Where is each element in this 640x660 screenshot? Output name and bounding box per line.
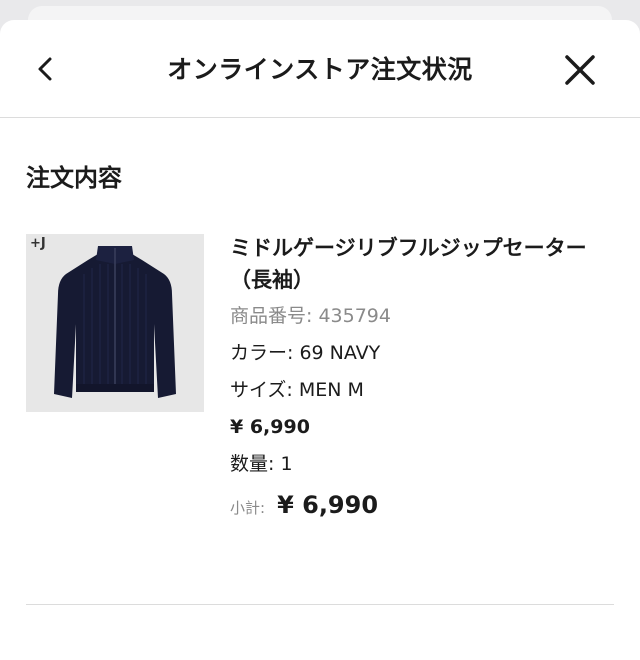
product-price: ¥ 6,990 <box>230 416 310 438</box>
quantity-value: 1 <box>280 453 293 475</box>
subtotal-label: 小計: <box>230 499 266 517</box>
sweater-image <box>54 246 176 398</box>
product-number-label: 商品番号: <box>230 305 313 327</box>
back-button[interactable] <box>30 54 60 84</box>
product-image[interactable]: +J <box>26 234 204 412</box>
page-title: オンラインストア注文状況 <box>167 55 473 84</box>
quantity-label: 数量: <box>230 453 275 475</box>
header: オンラインストア注文状況 <box>0 20 640 118</box>
order-status-sheet: オンラインストア注文状況 注文内容 +J ミドルゲージリブフルジップセーター（長… <box>0 20 640 660</box>
product-size: サイズ: MEN M <box>230 372 625 409</box>
close-icon <box>565 55 595 85</box>
color-label: カラー: <box>230 342 294 364</box>
section-title: 注文内容 <box>26 164 122 192</box>
subtotal-value: ¥ 6,990 <box>277 491 379 519</box>
size-label: サイズ: <box>230 379 293 401</box>
product-details: ミドルゲージリブフルジップセーター（長袖） 商品番号: 435794 カラー: … <box>230 232 625 528</box>
product-quantity: 数量: 1 <box>230 446 625 483</box>
product-number-value: 435794 <box>318 305 391 327</box>
color-value: 69 NAVY <box>299 342 381 364</box>
product-name[interactable]: ミドルゲージリブフルジップセーター（長袖） <box>230 232 625 296</box>
product-number: 商品番号: 435794 <box>230 298 625 335</box>
size-value: MEN M <box>298 379 364 401</box>
subtotal: 小計: ¥ 6,990 <box>230 485 625 528</box>
product-color: カラー: 69 NAVY <box>230 335 625 372</box>
close-button[interactable] <box>560 50 600 90</box>
divider <box>26 604 614 605</box>
chevron-left-icon <box>38 57 52 81</box>
